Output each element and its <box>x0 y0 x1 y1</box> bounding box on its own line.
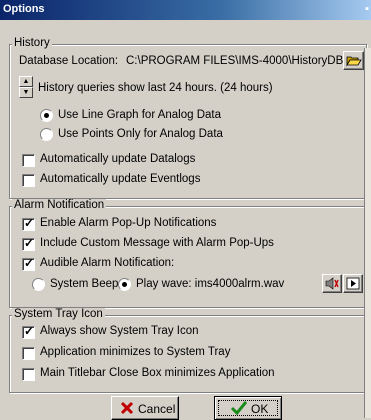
checkbox-always-show-tray[interactable]: ✓ <box>22 324 35 339</box>
checkbox-update-datalogs-label[interactable]: Automatically update Datalogs <box>40 153 195 165</box>
radio-system-beep-label[interactable]: System Beep <box>50 278 118 290</box>
checkbox-update-datalogs[interactable] <box>22 154 35 167</box>
checkbox-always-show-tray-label[interactable]: Always show System Tray Icon <box>40 325 199 337</box>
title-bar-edge: ▪ <box>365 3 369 15</box>
checkbox-custom-message[interactable]: ✓ <box>22 236 35 251</box>
checkbox-update-eventlogs[interactable] <box>22 174 35 187</box>
radio-play-wave[interactable] <box>118 278 131 291</box>
radio-play-wave-label[interactable]: Play wave: ims4000alrm.wav <box>136 278 284 290</box>
cancel-button-label: Cancel <box>138 402 176 416</box>
checkbox-close-box-minimizes-label[interactable]: Main Titlebar Close Box minimizes Applic… <box>40 367 275 379</box>
db-location-value: C:\PROGRAM FILES\IMS-4000\HistoryDB\ <box>126 55 347 67</box>
checkbox-close-box-minimizes[interactable] <box>22 368 35 381</box>
spin-down-icon[interactable]: ▼ <box>19 87 33 98</box>
ok-focus-rect <box>218 400 278 416</box>
options-window: History Database Location: C:\PROGRAM FI… <box>0 20 371 420</box>
tray-legend: System Tray Icon <box>12 308 105 320</box>
cancel-button[interactable]: Cancel <box>111 396 179 420</box>
radio-points-only-label[interactable]: Use Points Only for Analog Data <box>58 128 223 140</box>
ok-button[interactable]: OK <box>214 396 282 420</box>
checkbox-custom-message-label[interactable]: Include Custom Message with Alarm Pop-Up… <box>40 237 274 249</box>
ok-button-label: OK <box>251 402 269 416</box>
checkbox-enable-popup[interactable]: ✓ <box>22 216 35 231</box>
speaker-icon <box>325 277 339 290</box>
folder-open-icon <box>346 56 362 67</box>
radio-line-graph[interactable] <box>40 109 53 122</box>
db-location-label: Database Location: <box>19 55 119 67</box>
green-check-icon <box>231 401 247 415</box>
alarm-notification-group: Alarm Notification ✓ Enable Alarm Pop-Up… <box>9 199 367 308</box>
spin-up-icon[interactable]: ▲ <box>19 76 33 87</box>
checkbox-audible-alarm-label[interactable]: Audible Alarm Notification: <box>40 257 174 269</box>
play-icon <box>346 277 360 290</box>
title-bar: Options ▪ <box>0 0 371 20</box>
history-group: History Database Location: C:\PROGRAM FI… <box>9 37 367 199</box>
hours-spinner[interactable]: ▲ ▼ <box>19 76 33 98</box>
radio-line-graph-label[interactable]: Use Line Graph for Analog Data <box>58 109 221 121</box>
browse-folder-button[interactable] <box>343 51 364 70</box>
history-legend: History <box>12 37 52 49</box>
right-edge-scrollbar[interactable] <box>364 48 371 418</box>
alarm-legend: Alarm Notification <box>12 199 107 211</box>
checkbox-minimize-to-tray-label[interactable]: Application minimizes to System Tray <box>40 346 230 358</box>
checkbox-update-eventlogs-label[interactable]: Automatically update Eventlogs <box>40 173 200 185</box>
red-x-icon <box>120 401 134 415</box>
checkbox-minimize-to-tray[interactable] <box>22 347 35 360</box>
system-tray-group: System Tray Icon ✓ Always show System Tr… <box>9 308 367 393</box>
window-title: Options <box>3 3 45 15</box>
play-wave-button[interactable] <box>343 274 363 293</box>
select-wave-button[interactable] <box>322 274 342 293</box>
radio-system-beep[interactable] <box>32 278 45 291</box>
checkbox-audible-alarm[interactable]: ✓ <box>22 256 35 271</box>
checkbox-enable-popup-label[interactable]: Enable Alarm Pop-Up Notifications <box>40 217 216 229</box>
history-queries-text: History queries show last 24 hours. (24 … <box>38 82 273 94</box>
radio-points-only[interactable] <box>40 128 53 141</box>
